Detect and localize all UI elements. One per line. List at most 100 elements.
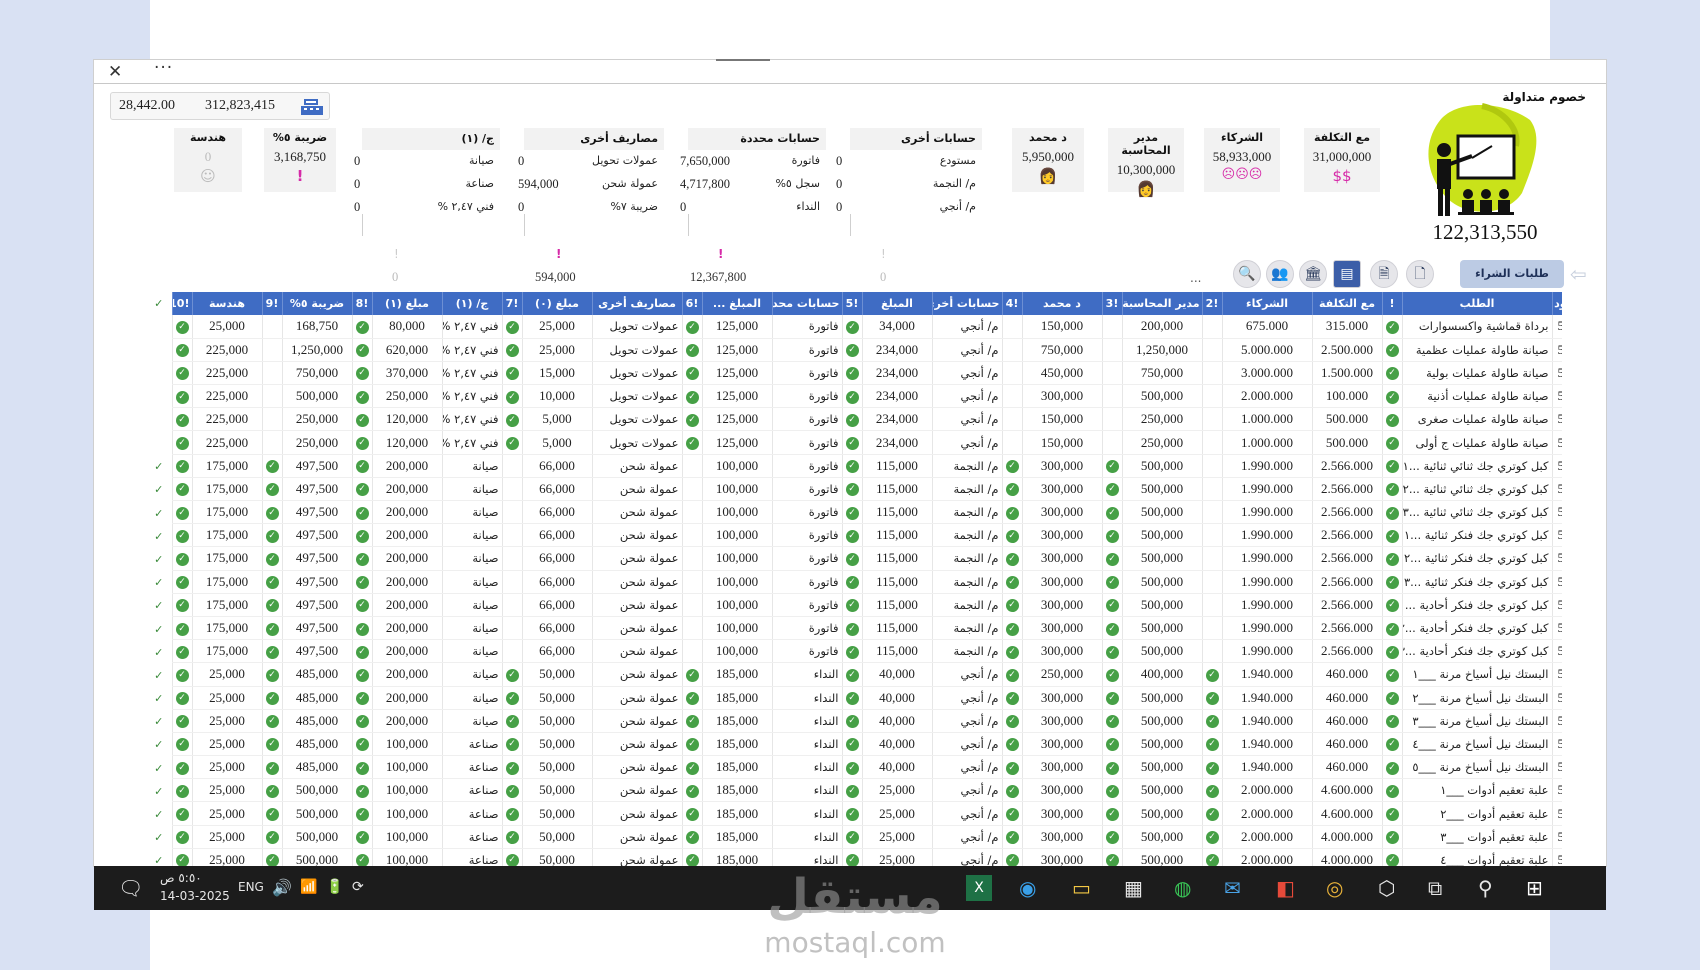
row-check-cell[interactable] — [146, 338, 172, 362]
column-header[interactable]: الكود — [1551, 292, 1562, 315]
column-header[interactable]: المبلغ — [861, 292, 932, 315]
row-check-cell[interactable]: ✓ — [146, 500, 172, 524]
clock-time[interactable]: ٥:٥٠ ص — [160, 871, 202, 885]
column-header[interactable]: !3 — [1101, 292, 1122, 315]
column-header[interactable]: !7 — [501, 292, 522, 315]
column-header[interactable]: مبلغ (١) — [371, 292, 442, 315]
sync-icon[interactable]: ⟳ — [352, 879, 364, 895]
row-check-cell[interactable]: ✓ — [146, 662, 172, 686]
column-header[interactable]: الطلب — [1401, 292, 1552, 315]
purchase-orders-tab[interactable]: طلبات الشراء — [1460, 260, 1564, 288]
column-header[interactable]: حسابات أخرى — [931, 292, 1002, 315]
column-header[interactable]: المبلغ ... — [701, 292, 772, 315]
bank-button[interactable]: 🏛 — [1299, 260, 1327, 288]
row-check-cell[interactable] — [146, 384, 172, 408]
edge-icon[interactable]: ◉ — [1019, 876, 1036, 900]
table-row[interactable]: 528كبل كوتري جك فنكر ثنائية ...٣✓2.566.0… — [146, 570, 1562, 594]
volume-icon[interactable]: 🔊 — [272, 878, 292, 897]
column-header[interactable]: !8 — [351, 292, 372, 315]
people-button[interactable]: 👥 — [1266, 260, 1294, 288]
row-check-cell[interactable] — [146, 430, 172, 455]
table-row[interactable]: 529كبل كوتري جك فنكر ثنائية ...٢✓2.566.0… — [146, 546, 1562, 571]
row-check-cell[interactable]: ✓ — [146, 616, 172, 640]
column-header[interactable]: !9 — [261, 292, 282, 315]
column-header[interactable]: ! — [1381, 292, 1402, 315]
column-header[interactable]: مبلغ (٠) — [521, 292, 592, 315]
column-header[interactable]: حسابات محددة — [771, 292, 842, 315]
table-row[interactable]: 532كبل كوتري جك ثنائي ثنائية ...٢✓2.566.… — [146, 477, 1562, 502]
calculator-icon[interactable]: ▦ — [1124, 876, 1143, 900]
row-check-cell[interactable]: ✓ — [146, 801, 172, 826]
row-check-cell[interactable] — [146, 315, 172, 339]
table-row[interactable]: 520البستك نيل أسياخ مرنة ___٥✓460.0001.9… — [146, 755, 1562, 780]
document-button[interactable]: 🗎 — [1370, 260, 1398, 288]
file-explorer-icon[interactable]: ▭ — [1072, 876, 1091, 900]
column-header[interactable]: !4 — [1001, 292, 1022, 315]
table-row[interactable]: 516علبة تعقيم أدوات ___٤✓4.000.0002.000.… — [146, 848, 1562, 866]
table-row[interactable]: 530كبل كوتري جك فنكر ثنائية ...١✓2.566.0… — [146, 523, 1562, 548]
row-check-cell[interactable]: ✓ — [146, 848, 172, 866]
column-header[interactable]: ضريبة ٥% — [281, 292, 352, 315]
row-check-cell[interactable]: ✓ — [146, 732, 172, 756]
column-header[interactable]: مع التكلفة — [1311, 292, 1382, 315]
column-header[interactable]: !2 — [1201, 292, 1222, 315]
column-header[interactable]: الشركاء — [1221, 292, 1312, 315]
column-header[interactable]: ج/ (١) — [441, 292, 502, 315]
table-row[interactable]: 538صيانة طاولة عمليات عظمية✓2.500.0005.0… — [146, 338, 1562, 362]
table-row[interactable]: 523البستك نيل أسياخ مرنة ___٢✓460.0001.9… — [146, 686, 1562, 710]
more-options-icon[interactable]: ··· — [154, 58, 173, 78]
notification-icon[interactable]: 🗨 — [118, 876, 143, 900]
language-indicator[interactable]: ENG — [238, 880, 264, 894]
row-check-cell[interactable]: ✓ — [146, 709, 172, 733]
table-row[interactable]: 536صيانة طاولة عمليات أذنية✓100.0002.000… — [146, 384, 1562, 409]
row-check-cell[interactable] — [146, 361, 172, 385]
chart-button[interactable]: ▤ — [1333, 260, 1361, 288]
column-header[interactable]: مدير المحاسبة — [1121, 292, 1202, 315]
table-row[interactable]: 518علبة تعقيم أدوات ___٢✓4.600.0002.000.… — [146, 801, 1562, 826]
table-row[interactable]: 524البستك نيل أسياخ مرنة ___١✓460.0001.9… — [146, 662, 1562, 687]
table-row[interactable]: 537صيانة طاولة عمليات بولية✓1.500.0003.0… — [146, 361, 1562, 386]
search-button[interactable]: 🔍 — [1233, 260, 1261, 288]
column-header[interactable]: مصاريف أخرى — [591, 292, 682, 315]
table-row[interactable]: 526كبل كوتري جك فنكر أحادية ...٢✓2.566.0… — [146, 616, 1562, 641]
column-header[interactable]: هندسة — [191, 292, 262, 315]
table-row[interactable]: 517علبة تعقيم أدوات ___٣✓4.000.0002.000.… — [146, 825, 1562, 849]
table-row[interactable]: 519علبة تعقيم أدوات ___١✓4.600.0002.000.… — [146, 778, 1562, 803]
row-check-cell[interactable]: ✓ — [146, 686, 172, 710]
table-row[interactable]: 534صيانة طاولة عمليات ج أولى✓500.0001.00… — [146, 430, 1562, 455]
close-icon[interactable]: ✕ — [108, 62, 122, 82]
drag-handle[interactable] — [716, 59, 770, 61]
row-check-cell[interactable]: ✓ — [146, 593, 172, 617]
search-taskbar-icon[interactable]: ⚲ — [1478, 876, 1493, 900]
row-check-cell[interactable]: ✓ — [146, 825, 172, 849]
table-row[interactable]: 527كبل كوتري جك فنكر أحادية ...١✓2.566.0… — [146, 593, 1562, 617]
mail-icon[interactable]: ✉ — [1224, 876, 1241, 900]
column-header[interactable]: د محمد — [1021, 292, 1102, 315]
task-view-icon[interactable]: ⧉ — [1428, 876, 1442, 900]
table-row[interactable]: 539برداة قماشية واكسسوارات✓315.000675.00… — [146, 315, 1562, 339]
chrome-icon[interactable]: ◎ — [1326, 876, 1343, 900]
store-icon[interactable]: ◧ — [1276, 876, 1295, 900]
table-row[interactable]: 525كبل كوتري جك فنكر أحادية ...٣✓2.566.0… — [146, 639, 1562, 664]
row-check-cell[interactable] — [146, 407, 172, 431]
column-header[interactable]: !6 — [681, 292, 702, 315]
table-row[interactable]: 535صيانة طاولة عمليات صغرى✓500.0001.000.… — [146, 407, 1562, 432]
back-arrow-icon[interactable]: ⇦ — [1570, 262, 1587, 286]
table-row[interactable]: 531كبل كوتري جك ثنائي ثنائية ...٣✓2.566.… — [146, 500, 1562, 525]
windows-start-icon[interactable]: ⊞ — [1526, 876, 1543, 900]
row-check-cell[interactable]: ✓ — [146, 778, 172, 802]
column-header[interactable]: !5 — [841, 292, 862, 315]
row-check-cell[interactable]: ✓ — [146, 755, 172, 779]
row-check-cell[interactable]: ✓ — [146, 639, 172, 663]
row-check-cell[interactable]: ✓ — [146, 523, 172, 547]
table-row[interactable]: 521البستك نيل أسياخ مرنة ___٤✓460.0001.9… — [146, 732, 1562, 757]
row-check-cell[interactable]: ✓ — [146, 546, 172, 571]
table-row[interactable]: 533كبل كوتري جك ثنائي ثنائية ...١✓2.566.… — [146, 454, 1562, 478]
clock-date[interactable]: 14-03-2025 — [160, 889, 230, 903]
battery-icon[interactable]: 🔋 — [326, 879, 343, 895]
file-button[interactable]: 🗋 — [1406, 260, 1434, 288]
3d-viewer-icon[interactable]: ⬡ — [1378, 876, 1395, 900]
row-check-cell[interactable]: ✓ — [146, 477, 172, 501]
row-check-cell[interactable]: ✓ — [146, 570, 172, 594]
whatsapp-icon[interactable]: ◍ — [1174, 876, 1191, 900]
